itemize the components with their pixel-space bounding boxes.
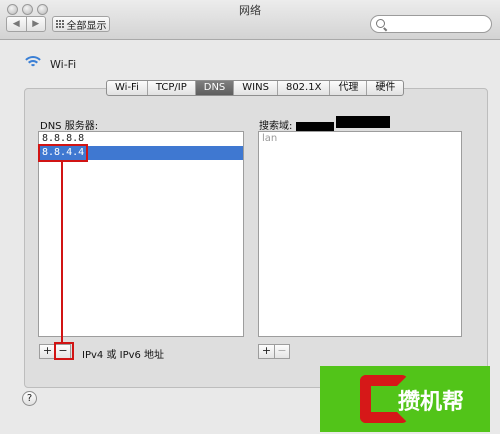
interface-name: Wi-Fi: [50, 57, 77, 71]
watermark-logo: 攒机帮: [320, 366, 490, 432]
search-domain-list[interactable]: lan: [258, 131, 462, 337]
redaction-bar: [296, 122, 334, 131]
tab-wins[interactable]: WINS: [233, 81, 277, 95]
remove-domain-button[interactable]: −: [274, 345, 289, 358]
nav-buttons: ◀ ▶: [6, 16, 46, 32]
add-domain-button[interactable]: +: [259, 345, 274, 358]
domain-add-remove: + −: [258, 344, 290, 359]
dns-servers-label: DNS 服务器:: [40, 121, 99, 132]
logo-text: 攒机帮: [398, 390, 465, 415]
show-all-label: 全部显示: [66, 20, 107, 32]
tab-dns[interactable]: DNS: [194, 81, 234, 95]
search-icon: [376, 19, 385, 28]
tab-hardware[interactable]: 硬件: [366, 81, 403, 95]
tab-bar: Wi-Fi TCP/IP DNS WINS 802.1X 代理 硬件: [106, 80, 405, 96]
back-button[interactable]: ◀: [7, 17, 27, 31]
search-domains-label: 搜索域:: [259, 121, 293, 132]
annotation-line: [61, 162, 63, 344]
search-domain-row[interactable]: lan: [259, 132, 461, 146]
highlight-box-remove: [54, 342, 74, 360]
show-all-button[interactable]: 全部显示: [52, 16, 110, 32]
tab-proxy[interactable]: 代理: [329, 81, 366, 95]
tab-8021x[interactable]: 802.1X: [276, 81, 329, 95]
forward-button[interactable]: ▶: [27, 17, 46, 31]
dns-hint: IPv4 或 IPv6 地址: [82, 350, 165, 361]
tab-wifi[interactable]: Wi-Fi: [107, 81, 147, 95]
tab-tcpip[interactable]: TCP/IP: [146, 81, 195, 95]
wifi-icon: [22, 56, 44, 72]
add-dns-button[interactable]: +: [40, 345, 55, 358]
grid-icon: [55, 20, 64, 28]
redaction-bar: [336, 116, 390, 128]
highlight-box-selected-server: [38, 144, 88, 162]
window-titlebar: 网络 ◀ ▶ 全部显示: [0, 0, 500, 40]
help-button[interactable]: ?: [22, 391, 37, 406]
search-input[interactable]: [370, 15, 492, 33]
interface-header: Wi-Fi: [22, 56, 76, 72]
